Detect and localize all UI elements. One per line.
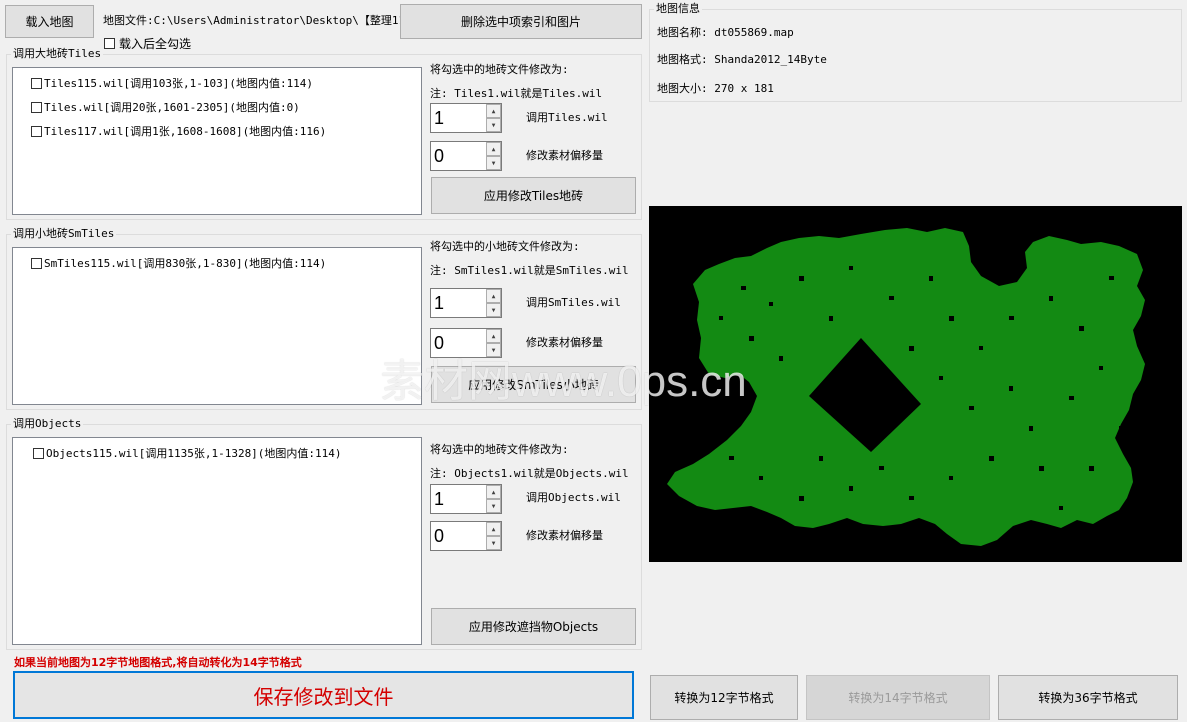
chevron-down-icon[interactable]: ▼	[486, 499, 501, 513]
list-item[interactable]: Tiles117.wil[调用1张,1608-1608](地图内值:116)	[31, 123, 326, 139]
objects-offset-stepper[interactable]: 0 ▲ ▼	[430, 521, 502, 551]
tiles-modify-label: 将勾选中的地砖文件修改为:	[430, 63, 569, 76]
smtiles-modify-label: 将勾选中的小地砖文件修改为:	[430, 240, 580, 253]
objects-offset-label: 修改素材偏移量	[526, 529, 603, 542]
smtiles-listbox[interactable]: SmTiles115.wil[调用830张,1-830](地图内值:114)	[12, 247, 422, 405]
select-all-checkbox[interactable]: 载入后全勾选	[104, 35, 191, 52]
map-format: 地图格式: Shanda2012_14Byte	[657, 53, 827, 66]
checkbox-icon[interactable]	[33, 447, 44, 459]
delete-selected-button[interactable]: 删除选中项索引和图片	[400, 4, 642, 39]
map-size: 地图大小: 270 x 181	[657, 82, 774, 95]
chevron-down-icon[interactable]: ▼	[486, 303, 501, 317]
apply-objects-button[interactable]: 应用修改遮挡物Objects	[431, 608, 636, 645]
map-name: 地图名称: dt055869.map	[657, 26, 794, 39]
tiles-note: 注: Tiles1.wil就是Tiles.wil	[430, 87, 603, 100]
chevron-up-icon[interactable]: ▲	[486, 485, 501, 499]
convert-12byte-button[interactable]: 转换为12字节格式	[650, 675, 798, 720]
convert-36byte-button[interactable]: 转换为36字节格式	[998, 675, 1178, 720]
checkbox-icon[interactable]	[31, 101, 42, 113]
objects-listbox[interactable]: Objects115.wil[调用1135张,1-1328](地图内值:114)	[12, 437, 422, 645]
save-to-file-button[interactable]: 保存修改到文件	[13, 671, 634, 719]
map-file-path: 地图文件:C:\Users\Administrator\Desktop\【整理1…	[103, 14, 417, 27]
tiles-group-title: 调用大地砖Tiles	[11, 47, 104, 61]
smtiles-note: 注: SmTiles1.wil就是SmTiles.wil	[430, 264, 629, 277]
list-item[interactable]: Tiles115.wil[调用103张,1-103](地图内值:114)	[31, 75, 313, 91]
load-map-button[interactable]: 载入地图	[5, 5, 94, 38]
checkbox-icon[interactable]	[31, 257, 42, 269]
select-all-label: 载入后全勾选	[119, 37, 192, 51]
smtiles-file-stepper[interactable]: 1 ▲ ▼	[430, 288, 502, 318]
watermark: 素材网www.0ps.cn	[380, 357, 747, 406]
chevron-down-icon[interactable]: ▼	[486, 536, 501, 550]
chevron-up-icon[interactable]: ▲	[486, 329, 501, 343]
objects-modify-label: 将勾选中的地砖文件修改为:	[430, 443, 569, 456]
tiles-file-stepper[interactable]: 1 ▲ ▼	[430, 103, 502, 133]
objects-group-title: 调用Objects	[11, 417, 84, 431]
chevron-down-icon[interactable]: ▼	[486, 118, 501, 132]
tiles-stepper-label: 调用Tiles.wil	[526, 111, 608, 124]
tiles-offset-label: 修改素材偏移量	[526, 149, 603, 162]
list-item[interactable]: Tiles.wil[调用20张,1601-2305](地图内值:0)	[31, 99, 300, 115]
objects-file-stepper[interactable]: 1 ▲ ▼	[430, 484, 502, 514]
smtiles-group-title: 调用小地砖SmTiles	[11, 227, 117, 241]
chevron-up-icon[interactable]: ▲	[486, 142, 501, 156]
map-info-title: 地图信息	[654, 2, 702, 16]
chevron-down-icon[interactable]: ▼	[486, 156, 501, 170]
checkbox-box[interactable]	[104, 38, 115, 49]
objects-stepper-label: 调用Objects.wil	[526, 491, 621, 504]
convert-14byte-button[interactable]: 转换为14字节格式	[806, 675, 990, 720]
checkbox-icon[interactable]	[31, 125, 42, 137]
chevron-up-icon[interactable]: ▲	[486, 289, 501, 303]
objects-note: 注: Objects1.wil就是Objects.wil	[430, 467, 629, 480]
format-warning: 如果当前地图为12字节地图格式,将自动转化为14字节格式	[14, 656, 302, 669]
list-item[interactable]: SmTiles115.wil[调用830张,1-830](地图内值:114)	[31, 255, 326, 271]
tiles-listbox[interactable]: Tiles115.wil[调用103张,1-103](地图内值:114) Til…	[12, 67, 422, 215]
apply-tiles-button[interactable]: 应用修改Tiles地砖	[431, 177, 636, 214]
checkbox-icon[interactable]	[31, 77, 42, 89]
chevron-up-icon[interactable]: ▲	[486, 522, 501, 536]
list-item[interactable]: Objects115.wil[调用1135张,1-1328](地图内值:114)	[33, 445, 342, 461]
tiles-offset-stepper[interactable]: 0 ▲ ▼	[430, 141, 502, 171]
chevron-up-icon[interactable]: ▲	[486, 104, 501, 118]
smtiles-stepper-label: 调用SmTiles.wil	[526, 296, 621, 309]
